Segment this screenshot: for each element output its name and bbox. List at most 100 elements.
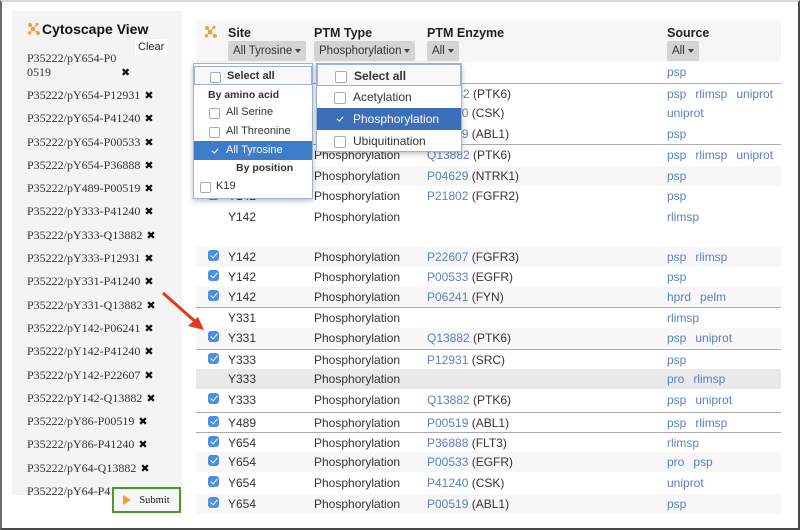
enzyme-id-link[interactable]: P12931	[427, 353, 468, 367]
ptm-option-acetylation[interactable]: Acetylation	[317, 86, 461, 108]
source-link[interactable]: uniprot	[736, 148, 773, 162]
source-link[interactable]: pro	[667, 372, 684, 386]
site-option-all-threonine[interactable]: All Threonine	[194, 122, 312, 141]
remove-icon[interactable]: ✖	[144, 345, 153, 358]
site-cell: Y654	[228, 476, 257, 490]
checkbox[interactable]	[210, 72, 221, 83]
source-link[interactable]: rlimsp	[695, 250, 727, 264]
enzyme-id-link[interactable]: P22607	[427, 250, 468, 264]
enzyme-id-link[interactable]: P06241	[427, 290, 468, 304]
site-option-all-serine[interactable]: All Serine	[194, 103, 312, 122]
ptm-option-ubiquitination[interactable]: Ubiquitination	[317, 130, 461, 152]
enzyme-id-link[interactable]: P41240	[427, 476, 468, 490]
source-link[interactable]: pro	[667, 455, 684, 469]
row-checkbox-checked[interactable]	[208, 455, 219, 466]
ptm-type-filter-button[interactable]: Phosphorylation	[314, 41, 416, 61]
checkbox-checked[interactable]	[209, 146, 220, 157]
row-checkbox-checked[interactable]	[208, 270, 219, 281]
enzyme-filter-button[interactable]: All	[427, 41, 459, 61]
remove-icon[interactable]: ✖	[146, 299, 155, 312]
source-link[interactable]: psp	[667, 169, 686, 183]
source-link[interactable]: psp	[667, 497, 686, 511]
row-checkbox-checked[interactable]	[208, 436, 219, 447]
source-link[interactable]: hprd	[667, 290, 691, 304]
checkbox[interactable]	[334, 136, 346, 148]
checkbox[interactable]	[209, 127, 220, 138]
remove-icon[interactable]: ✖	[144, 252, 153, 265]
enzyme-id-link[interactable]: P04629	[427, 169, 468, 183]
site-filter-button[interactable]: All Tyrosine	[228, 41, 307, 61]
source-link[interactable]: psp	[667, 87, 686, 101]
source-link[interactable]: psp	[667, 270, 686, 284]
ptm-select-all[interactable]: Select all	[317, 64, 461, 86]
source-link[interactable]: pelm	[700, 290, 726, 304]
remove-icon[interactable]: ✖	[138, 415, 147, 428]
enzyme-cell: Q13882 (PTK6)	[427, 331, 511, 345]
source-link[interactable]: psp	[667, 250, 686, 264]
source-link[interactable]: rlimsp	[667, 436, 699, 450]
remove-icon[interactable]: ✖	[146, 392, 155, 405]
enzyme-id-link[interactable]: P00519	[427, 497, 468, 511]
source-link[interactable]: psp	[667, 127, 686, 141]
enzyme-id-link[interactable]: P00533	[427, 455, 468, 469]
source-link[interactable]: rlimsp	[693, 372, 725, 386]
enzyme-id-link[interactable]: P36888	[427, 436, 468, 450]
remove-icon[interactable]: ✖	[138, 438, 147, 451]
checkbox[interactable]	[334, 92, 346, 104]
enzyme-id-link[interactable]: Q13882	[427, 331, 470, 345]
remove-icon[interactable]: ✖	[144, 369, 153, 382]
enzyme-id-link[interactable]: Q13882	[427, 393, 470, 407]
source-link[interactable]: psp	[667, 416, 686, 430]
row-checkbox-checked[interactable]	[208, 476, 219, 487]
source-link[interactable]: psp	[667, 393, 686, 407]
remove-icon[interactable]: ✖	[144, 159, 153, 172]
remove-icon[interactable]: ✖	[121, 66, 130, 79]
remove-icon[interactable]: ✖	[144, 136, 153, 149]
source-link[interactable]: psp	[667, 148, 686, 162]
ptm-option-phosphorylation[interactable]: Phosphorylation	[317, 108, 461, 130]
remove-icon[interactable]: ✖	[144, 89, 153, 102]
source-link[interactable]: psp	[667, 65, 686, 79]
site-option-all-tyrosine[interactable]: All Tyrosine	[194, 141, 312, 160]
checkbox[interactable]	[200, 182, 211, 193]
site-select-all[interactable]: Select all	[194, 66, 312, 85]
row-checkbox-checked[interactable]	[208, 497, 219, 508]
site-option-k19[interactable]: K19	[194, 177, 312, 196]
enzyme-id-link[interactable]: P00519	[427, 416, 468, 430]
remove-icon[interactable]: ✖	[144, 182, 153, 195]
source-link[interactable]: rlimsp	[667, 210, 699, 224]
source-link[interactable]: uniprot	[695, 393, 732, 407]
remove-icon[interactable]: ✖	[140, 462, 149, 475]
source-link[interactable]: uniprot	[736, 87, 773, 101]
enzyme-id-link[interactable]: P00533	[427, 270, 468, 284]
enzyme-id-link[interactable]: P21802	[427, 189, 468, 203]
source-link[interactable]: uniprot	[695, 331, 732, 345]
checkbox-checked[interactable]	[334, 114, 346, 126]
cytoscape-network-icon[interactable]	[204, 25, 218, 39]
source-link[interactable]: rlimsp	[695, 87, 727, 101]
source-link[interactable]: psp	[667, 331, 686, 345]
remove-icon[interactable]: ✖	[144, 275, 153, 288]
checkbox[interactable]	[335, 71, 347, 83]
checkbox[interactable]	[209, 108, 220, 119]
remove-icon[interactable]: ✖	[144, 322, 153, 335]
source-link[interactable]: rlimsp	[667, 311, 699, 325]
row-checkbox-checked[interactable]	[208, 353, 219, 364]
row-checkbox-checked[interactable]	[208, 416, 219, 427]
source-link[interactable]: psp	[693, 455, 712, 469]
remove-icon[interactable]: ✖	[144, 112, 153, 125]
source-link[interactable]: psp	[667, 189, 686, 203]
row-checkbox-checked[interactable]	[208, 250, 219, 261]
source-link[interactable]: uniprot	[667, 476, 704, 490]
source-link[interactable]: rlimsp	[695, 416, 727, 430]
source-filter-button[interactable]: All	[667, 41, 699, 61]
row-checkbox-checked[interactable]	[208, 393, 219, 404]
source-link[interactable]: uniprot	[667, 106, 704, 120]
source-link[interactable]: psp	[667, 353, 686, 367]
remove-icon[interactable]: ✖	[144, 205, 153, 218]
selected-interaction-item: P35222/pY654-P36888 ✖	[27, 158, 177, 173]
site-cell: Y331	[228, 331, 257, 345]
source-link[interactable]: rlimsp	[695, 148, 727, 162]
remove-icon[interactable]: ✖	[146, 229, 155, 242]
submit-button[interactable]: Submit	[112, 487, 181, 513]
